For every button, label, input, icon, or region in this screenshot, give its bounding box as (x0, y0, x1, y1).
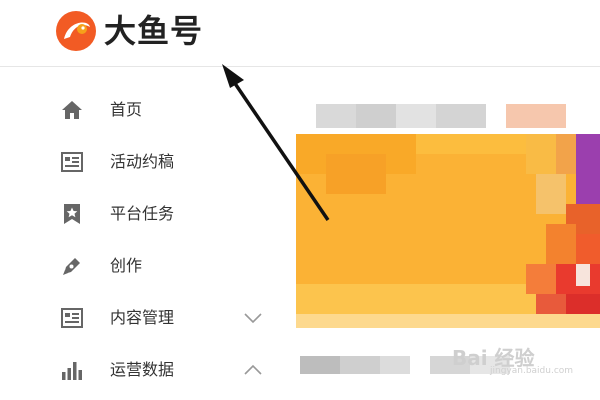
dayu-fish-logo-icon[interactable] (54, 9, 98, 53)
top-header: 大鱼号 (0, 0, 600, 67)
watermark-subtext: jingyan.baidu.com (490, 366, 574, 376)
document-icon (61, 308, 83, 328)
blurred-title (316, 104, 566, 128)
pen-icon (63, 258, 80, 275)
sidebar-item-label: 活动约稿 (110, 152, 175, 171)
sidebar-item-content-management[interactable]: 内容管理 (0, 298, 290, 338)
bar-chart-icon (62, 362, 82, 380)
home-icon (62, 101, 82, 119)
sidebar-nav: 首页 活动约稿 平台任务 创作 内容管理 运营数据 (0, 66, 290, 400)
sidebar-item-home[interactable]: 首页 (0, 90, 290, 130)
sidebar-item-label: 平台任务 (110, 204, 175, 223)
sidebar-item-activity[interactable]: 活动约稿 (0, 142, 290, 182)
sidebar-item-platform-tasks[interactable]: 平台任务 (0, 194, 290, 234)
sidebar-item-label: 运营数据 (110, 360, 175, 379)
newspaper-icon (61, 152, 83, 172)
sidebar-item-label: 创作 (110, 256, 143, 275)
chevron-up-icon[interactable] (242, 360, 264, 380)
star-bookmark-icon (64, 204, 80, 224)
sidebar-item-create[interactable]: 创作 (0, 246, 290, 286)
blurred-thumbnail-image[interactable] (296, 134, 600, 328)
sidebar-item-label: 首页 (110, 100, 143, 119)
sidebar-item-operations-data[interactable]: 运营数据 (0, 350, 290, 390)
baidu-jingyan-watermark: Bai 经验 jingyan.baidu.com (448, 338, 598, 384)
sidebar-item-label: 内容管理 (110, 308, 175, 327)
brand-name[interactable]: 大鱼号 (104, 9, 203, 53)
chevron-down-icon[interactable] (242, 308, 264, 328)
